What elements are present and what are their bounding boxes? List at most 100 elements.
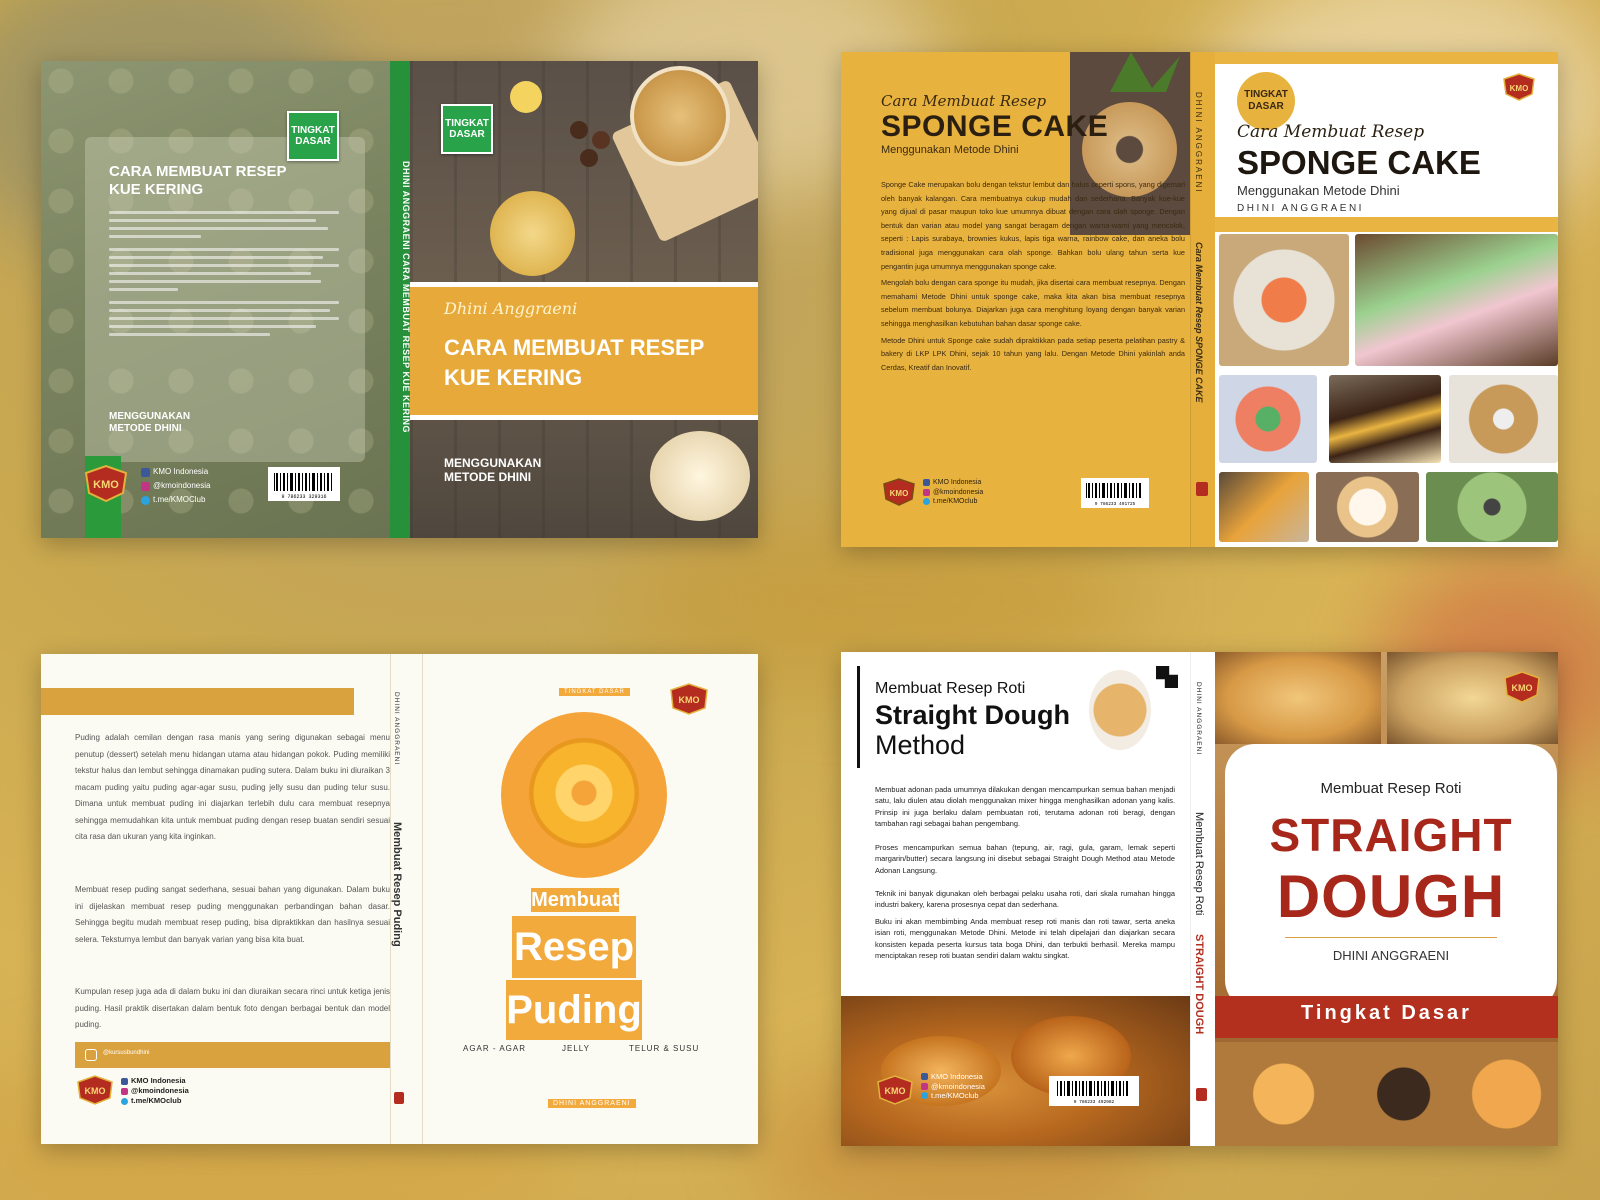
telegram-icon: [121, 1097, 128, 1105]
social-links: KMO Indonesia @kmoindonesia t.me/KMOclub: [923, 478, 983, 507]
title-rule: [857, 666, 860, 768]
spine-title: Cara Membuat Resep SPONGE CAKE: [1194, 242, 1204, 403]
front-author: Dhini Anggraeni: [444, 299, 578, 318]
front-title-2: DOUGH: [1276, 863, 1506, 930]
cookie-jar: [630, 66, 730, 166]
telegram-link: t.me/KMOClub: [153, 495, 206, 504]
back-subtitle: MENGGUNAKAN METODE DHINI: [109, 411, 191, 434]
instagram-icon: [141, 481, 150, 491]
telegram-icon: [921, 1092, 928, 1100]
divider: [1285, 937, 1497, 938]
svg-text:KMO: KMO: [85, 1086, 106, 1096]
facebook-handle: KMO Indonesia: [153, 467, 209, 476]
back-line-3: Method: [875, 730, 966, 760]
cake-photo-8: [1426, 472, 1558, 542]
kmo-spine-logo: [394, 1092, 404, 1104]
kmo-logo: KMO: [1501, 72, 1537, 107]
social-links: KMO Indonesia @kmoindonesia t.me/KMOClub: [141, 465, 210, 507]
blurb-paragraph-2: Proses mencampurkan semua bahan (tepung,…: [875, 843, 1175, 875]
spine-text: DHINI ANGGRAENI CARA MEMBUAT RESEP KUE K…: [401, 161, 411, 434]
cookie-bowl: [650, 431, 750, 521]
cake-photo-1: [1219, 234, 1349, 366]
svg-text:KMO: KMO: [890, 489, 909, 498]
front-edge: [422, 654, 423, 1144]
instagram-handle: @kursusbundhini: [103, 1050, 150, 1056]
facebook-icon: [121, 1077, 128, 1085]
pudding-plate: [501, 712, 667, 878]
front-author: DHINI ANGGRAENI: [1332, 948, 1450, 963]
variant-agar: AGAR - AGAR: [463, 1044, 527, 1053]
kmo-spine-logo: [1196, 1088, 1207, 1101]
bread-rolls-photo: [841, 996, 1190, 1146]
isbn-barcode: 9 786233 492982: [1049, 1076, 1139, 1106]
instagram-handle: @kmoindonesia: [131, 1086, 189, 1095]
facebook-handle: KMO Indonesia: [131, 1076, 186, 1085]
blurb-paragraph-4: Buku ini akan membimbing Anda membuat re…: [875, 917, 1175, 961]
cake-photo-7: [1316, 472, 1419, 542]
cake-photo-4: [1329, 375, 1441, 463]
back-title: CARA MEMBUAT RESEP KUE KERING: [109, 163, 287, 198]
front-title-1: STRAIGHT: [1269, 809, 1513, 861]
front-author: DHINI ANGGRAENI: [548, 1099, 636, 1108]
instagram-handle: @kmoindonesia: [153, 481, 211, 490]
kmo-logo: KMO: [75, 1074, 115, 1111]
book-cover-sponge-cake: Cara Membuat Resep SPONGE CAKE Menggunak…: [841, 52, 1558, 547]
telegram-icon: [141, 495, 150, 505]
level-badge: TINGKAT DASAR: [559, 688, 630, 696]
title-word-1: Membuat: [531, 888, 619, 912]
top-bar: [41, 688, 354, 715]
cake-photo-5: [1449, 375, 1558, 463]
telegram-icon: [923, 498, 930, 506]
front-line-1: Membuat Resep Roti: [1320, 780, 1462, 797]
instagram-bar: @kursusbundhini: [75, 1042, 390, 1068]
chocolate-cookie: [592, 131, 610, 149]
instagram-handle: @kmoindonesia: [931, 1081, 985, 1091]
instagram-handle: @kmoindonesia: [933, 488, 984, 496]
svg-text:KMO: KMO: [1512, 683, 1533, 693]
front-script-title: Cara Membuat Resep: [1237, 122, 1425, 142]
svg-text:KMO: KMO: [679, 695, 700, 705]
back-subtitle: Menggunakan Metode Dhini: [881, 144, 1019, 156]
cake-photo-6: [1219, 472, 1309, 542]
title-word-2: Resep: [512, 916, 636, 978]
svg-text:9 786233 492982: 9 786233 492982: [1074, 1099, 1115, 1105]
kmo-logo: KMO: [667, 682, 711, 721]
spine-author: DHINI ANGGRAENI: [393, 692, 400, 766]
facebook-handle: KMO Indonesia: [931, 1072, 983, 1081]
book-cover-puding: Puding adalah cemilan dengan rasa manis …: [41, 654, 758, 1144]
spine-title-highlight: STRAIGHT DOUGH: [1193, 934, 1205, 1035]
cake-photo-2: [1355, 234, 1558, 366]
front-title: CARA MEMBUAT RESEP KUE KERING: [444, 335, 704, 390]
kmo-logo: KMO: [81, 463, 131, 508]
kmo-logo: KMO: [881, 477, 917, 512]
flower-decoration: [510, 81, 542, 113]
variant-jelly: JELLY: [562, 1044, 590, 1053]
facebook-icon: [921, 1073, 928, 1081]
front-subtitle: Menggunakan Metode Dhini: [1237, 183, 1400, 198]
front-subtitle: MENGGUNAKAN METODE DHINI: [444, 456, 542, 484]
front-title: SPONGE CAKE: [1237, 144, 1481, 181]
back-script-title: Cara Membuat Resep: [881, 92, 1047, 110]
svg-text:KMO: KMO: [1510, 84, 1529, 93]
front-author: DHINI ANGGRAENI: [1237, 203, 1364, 214]
facebook-handle: KMO Indonesia: [933, 479, 982, 486]
blurb-paragraph-1: Puding adalah cemilan dengan rasa manis …: [75, 733, 390, 841]
isbn-barcode: 9 786233 491725: [1081, 478, 1149, 508]
isbn-barcode: 9 786233 329316: [268, 467, 340, 501]
kmo-spine-logo: [1196, 482, 1208, 496]
instagram-icon: [921, 1082, 928, 1090]
book-cover-kue-kering: TINGKAT DASAR CARA MEMBUAT RESEP KUE KER…: [41, 61, 758, 538]
spine-author: DHINI ANGGRAENI: [1195, 682, 1202, 756]
telegram-link: t.me/KMOclub: [931, 1091, 979, 1100]
level-badge: TINGKAT DASAR: [287, 111, 339, 161]
facebook-icon: [923, 479, 930, 487]
front-level-badge: TINGKAT DASAR: [441, 104, 493, 154]
back-blurb: Sponge Cake merupakan bolu dengan tekstu…: [881, 178, 1185, 374]
back-blurb: [109, 211, 339, 341]
instagram-icon: [121, 1087, 128, 1095]
blurb-paragraph-2: Membuat resep puding sangat sederhana, s…: [75, 885, 390, 944]
kmo-logo: KMO: [1501, 670, 1543, 709]
pudding-photo: [529, 738, 639, 848]
back-line-1: Membuat Resep Roti: [875, 680, 1026, 697]
chocolate-cookie: [570, 121, 588, 139]
